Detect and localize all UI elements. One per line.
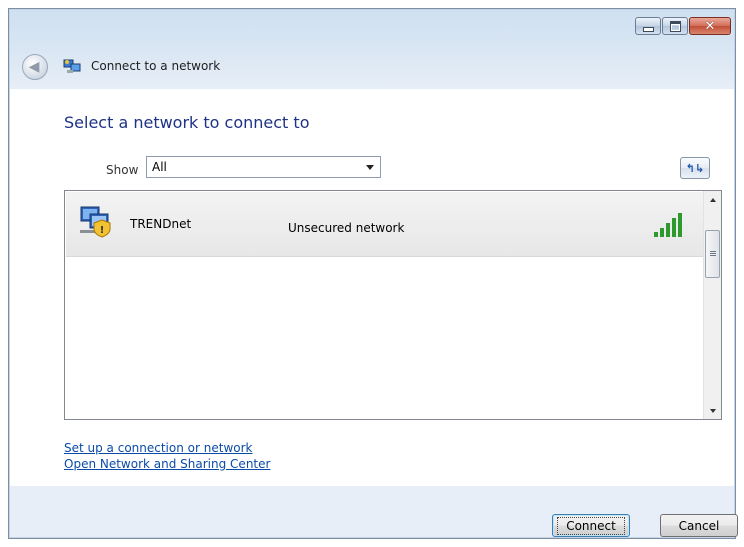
close-button[interactable]: ✕	[689, 17, 731, 35]
refresh-icon: ↰↳	[685, 161, 705, 175]
network-security: Unsecured network	[288, 221, 405, 235]
page-heading: Select a network to connect to	[64, 113, 310, 132]
show-filter-value: All	[152, 160, 167, 174]
scroll-up-button[interactable]	[704, 191, 721, 208]
minimize-icon	[642, 26, 654, 32]
connect-button-label: Connect	[557, 516, 625, 535]
svg-text:!: !	[100, 225, 105, 236]
chevron-down-icon	[366, 165, 374, 170]
caption-buttons: ✕	[635, 17, 731, 35]
minimize-button[interactable]	[635, 17, 661, 35]
sharing-center-link[interactable]: Open Network and Sharing Center	[64, 457, 270, 471]
network-name: TRENDnet	[130, 217, 192, 231]
scroll-thumb[interactable]	[705, 230, 720, 278]
window-title: Connect to a network	[91, 59, 221, 73]
show-label: Show	[106, 163, 139, 177]
refresh-button[interactable]: ↰↳	[680, 157, 710, 179]
signal-strength-icon	[654, 213, 682, 237]
connect-button[interactable]: Connect	[552, 514, 630, 537]
grip-icon	[709, 251, 716, 257]
network-list-item[interactable]: ! TRENDnet Unsecured network	[66, 192, 704, 257]
network-icon	[63, 59, 81, 73]
unsecured-network-icon: !	[80, 206, 111, 238]
show-filter-select[interactable]: All	[146, 156, 381, 178]
scroll-up-icon	[709, 197, 716, 202]
back-arrow-icon: ◀	[28, 59, 40, 75]
connect-network-window: ✕ ◀ Connect to a network Select a networ…	[8, 8, 738, 539]
network-list[interactable]: ! TRENDnet Unsecured network	[64, 190, 722, 420]
content-panel: Select a network to connect to Show All …	[10, 89, 734, 486]
cancel-button[interactable]: Cancel	[660, 514, 738, 537]
scroll-down-icon	[709, 408, 716, 413]
maximize-icon	[669, 20, 681, 32]
back-button[interactable]: ◀	[22, 54, 48, 80]
maximize-button[interactable]	[662, 17, 688, 35]
scroll-down-button[interactable]	[704, 402, 721, 419]
close-icon: ✕	[704, 18, 716, 34]
list-scrollbar[interactable]	[703, 191, 721, 419]
setup-connection-link[interactable]: Set up a connection or network	[64, 441, 252, 455]
